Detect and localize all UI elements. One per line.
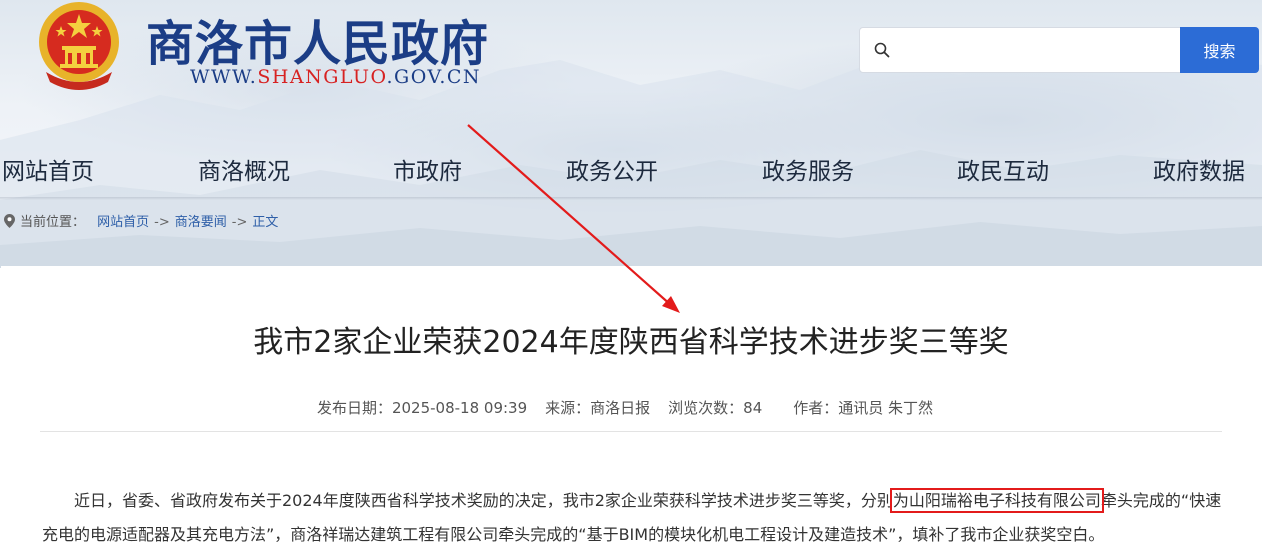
article-title: 我市2家企业荣获2024年度陕西省科学技术进步奖三等奖 [253,325,1009,360]
nav-item-government-data[interactable]: 政府数据 [1153,152,1245,186]
article-body-paragraph: 近日，省委、省政府发布关于2024年度陕西省科学技术奖励的决定，我市2家企业荣获… [42,484,1222,552]
breadcrumb-home[interactable]: 网站首页 [97,215,149,230]
highlighted-company-name: 为山阳瑞裕电子科技有限公司 [889,488,1104,513]
nav-item-home[interactable]: 网站首页 [2,152,94,186]
breadcrumb-separator: -> [231,215,248,230]
site-url-prefix: WWW. [190,66,258,88]
site-title[interactable]: 商洛市人民政府 [146,4,489,74]
publish-date: 发布日期：2025-08-18 09:39 [316,399,528,417]
nav-item-city-government[interactable]: 市政府 [393,152,462,186]
breadcrumb-separator: -> [154,215,170,230]
breadcrumb-prefix: 当前位置： [20,215,86,230]
nav-item-government-services[interactable]: 政务服务 [762,152,854,186]
meta-divider [40,431,1222,432]
search-box: 搜索 [859,27,1259,73]
nav-item-overview[interactable]: 商洛概况 [198,152,290,186]
search-button[interactable]: 搜索 [1180,27,1259,73]
breadcrumb-news[interactable]: 商洛要闻 [175,215,227,230]
site-url-highlight: SHANGLUO [257,66,387,88]
article-meta: 发布日期：2025-08-18 09:39 来源：商洛日报 浏览次数：84 作者：通讯… [0,397,1250,418]
national-emblem-icon [39,2,119,90]
search-input[interactable] [900,36,1174,66]
site-url[interactable]: WWW.SHANGLUO.GOV.CN [190,66,481,88]
nav-item-government-affairs-public[interactable]: 政务公开 [566,152,658,186]
location-pin-icon [4,214,15,228]
paragraph-text-1: 近日，省委、省政府发布关于2024年度陕西省科学技术奖励的决定，我市2家企业荣获… [74,491,893,510]
main-nav: 网站首页 商洛概况 市政府 政务公开 政务服务 政民互动 政府数据 [0,148,1262,188]
article-author: 作者：通讯员 朱丁然 [793,399,934,417]
view-count: 浏览次数：84 [668,399,763,417]
breadcrumb: 当前位置： 网站首页 -> 商洛要闻 -> 正文 [4,211,278,230]
nav-divider [0,197,1262,200]
article-source: 来源：商洛日报 [545,399,651,417]
search-icon [874,42,890,58]
nav-item-public-interaction[interactable]: 政民互动 [957,152,1049,186]
site-url-suffix: .GOV.CN [386,66,482,88]
breadcrumb-current: 正文 [252,215,279,230]
